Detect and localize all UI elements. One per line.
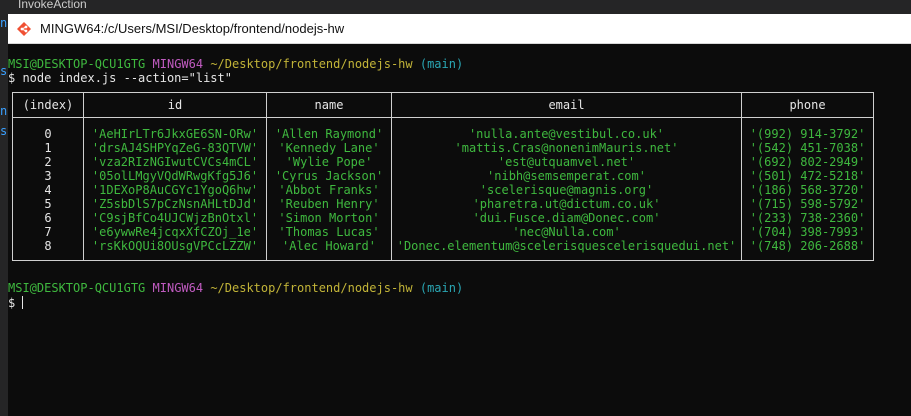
cell-index: 7 [44, 225, 52, 239]
cell-name: 'Alec Howard' [282, 239, 376, 253]
cell-index: 0 [44, 127, 52, 141]
text-cursor [22, 296, 24, 309]
header-index: (index) [22, 98, 74, 112]
prompt-path: ~/Desktop/frontend/nodejs-hw [210, 57, 413, 71]
window-titlebar[interactable]: MINGW64:/c/Users/MSI/Desktop/frontend/no… [8, 14, 911, 44]
prompt-branch: (main) [419, 281, 464, 295]
cell-id: 'rsKkOQUi8OUsgVPCcLZZW' [91, 239, 259, 253]
cell-name: 'Allen Raymond' [274, 127, 384, 141]
cell-index: 5 [44, 197, 52, 211]
prompt-path: ~/Desktop/frontend/nodejs-hw [210, 281, 413, 295]
cell-id: '1DEXoP8AuCGYc1YgoQ6hw' [91, 183, 259, 197]
cell-index: 1 [44, 141, 52, 155]
cell-index: 6 [44, 211, 52, 225]
input-prompt: $ [8, 296, 23, 310]
cell-id: 'Z5sbDlS7pCzNsnAHLtDJd' [91, 197, 259, 211]
cell-phone: '(704) 398-7993' [749, 225, 866, 239]
command-line: $ node index.js --action="list" [8, 71, 232, 85]
git-bash-icon [17, 22, 31, 36]
background-glyph: s [0, 64, 8, 78]
cell-name: 'Abbot Franks' [278, 183, 380, 197]
cell-phone: '(186) 568-3720' [749, 183, 866, 197]
cell-phone: '(715) 598-5792' [749, 197, 866, 211]
cell-phone: '(748) 206-2688' [749, 239, 866, 253]
cell-email: 'nibh@semsemperat.com' [487, 169, 646, 183]
cell-id: 'drsAJ4SHPYqZeG-83QTVW' [91, 141, 259, 155]
prompt-line: MSI@DESKTOP-QCU1GTG MINGW64 ~/Desktop/fr… [8, 281, 463, 296]
prompt-shell: MINGW64 [152, 57, 204, 71]
header-id: id [167, 98, 183, 112]
prompt-shell: MINGW64 [152, 281, 204, 295]
cell-id: 'AeHIrLTr6JkxGE6SN-ORw' [91, 127, 259, 141]
cell-phone: '(501) 472-5218' [749, 169, 866, 183]
cell-name: 'Reuben Henry' [278, 197, 380, 211]
cell-phone: '(542) 451-7038' [749, 141, 866, 155]
cell-id: 'e6ywwRe4jcqxXfCZOj_1e' [91, 225, 259, 239]
cell-name: 'Thomas Lucas' [278, 225, 380, 239]
cell-id: '05olLMgyVQdWRwgKfg5J6' [91, 169, 259, 183]
cell-email: 'scelerisque@magnis.org' [479, 183, 654, 197]
cell-name: 'Simon Morton' [278, 211, 380, 225]
terminal-window[interactable]: MINGW64:/c/Users/MSI/Desktop/frontend/no… [8, 14, 911, 416]
cell-index: 4 [44, 183, 52, 197]
background-editor-strip: InvokeAction [0, 0, 911, 14]
background-glyph: n [0, 16, 8, 30]
header-phone: phone [789, 98, 826, 112]
cell-name: 'Kennedy Lane' [278, 141, 380, 155]
background-glyph: n [0, 104, 8, 118]
cell-index: 3 [44, 169, 52, 183]
input-line[interactable]: $ [8, 296, 24, 311]
cell-index: 2 [44, 155, 52, 169]
prompt-user-host: MSI@DESKTOP-QCU1GTG [8, 57, 146, 71]
window-title: MINGW64:/c/Users/MSI/Desktop/frontend/no… [40, 21, 345, 36]
cell-email: 'pharetra.ut@dictum.co.uk' [472, 197, 661, 211]
background-glyph: s [0, 124, 8, 138]
cell-email: 'est@utquamvel.net' [497, 155, 636, 169]
header-email: email [548, 98, 585, 112]
console-table: (index) id name email phone 0 'AeHIrLTr6J… [12, 92, 874, 261]
cell-name: 'Cyrus Jackson' [274, 169, 384, 183]
cell-name: 'Wylie Pope' [285, 155, 373, 169]
cell-index: 8 [44, 239, 52, 253]
prompt-user-host: MSI@DESKTOP-QCU1GTG [8, 281, 146, 295]
cell-phone: '(692) 802-2949' [749, 155, 866, 169]
cell-email: 'nulla.ante@vestibul.co.uk' [468, 127, 665, 141]
cell-phone: '(233) 738-2360' [749, 211, 866, 225]
cell-id: 'C9sjBfCo4UJCWjzBnOtxl' [91, 211, 259, 225]
cell-email: 'mattis.Cras@nonenimMauris.net' [454, 141, 679, 155]
cell-phone: '(992) 914-3792' [749, 127, 866, 141]
background-window-title: InvokeAction [18, 0, 87, 11]
cell-email: 'Donec.elementum@scelerisquescelerisqued… [396, 239, 737, 253]
background-editor-gutter: n s n s [0, 14, 8, 416]
cell-email: 'nec@Nulla.com' [512, 225, 621, 239]
header-name: name [314, 98, 344, 112]
prompt-branch: (main) [419, 57, 464, 71]
cell-email: 'dui.Fusce.diam@Donec.com' [472, 211, 661, 225]
cell-id: 'vza2RIzNGIwutCVCs4mCL' [91, 155, 259, 169]
prompt-line: MSI@DESKTOP-QCU1GTG MINGW64 ~/Desktop/fr… [8, 57, 463, 72]
